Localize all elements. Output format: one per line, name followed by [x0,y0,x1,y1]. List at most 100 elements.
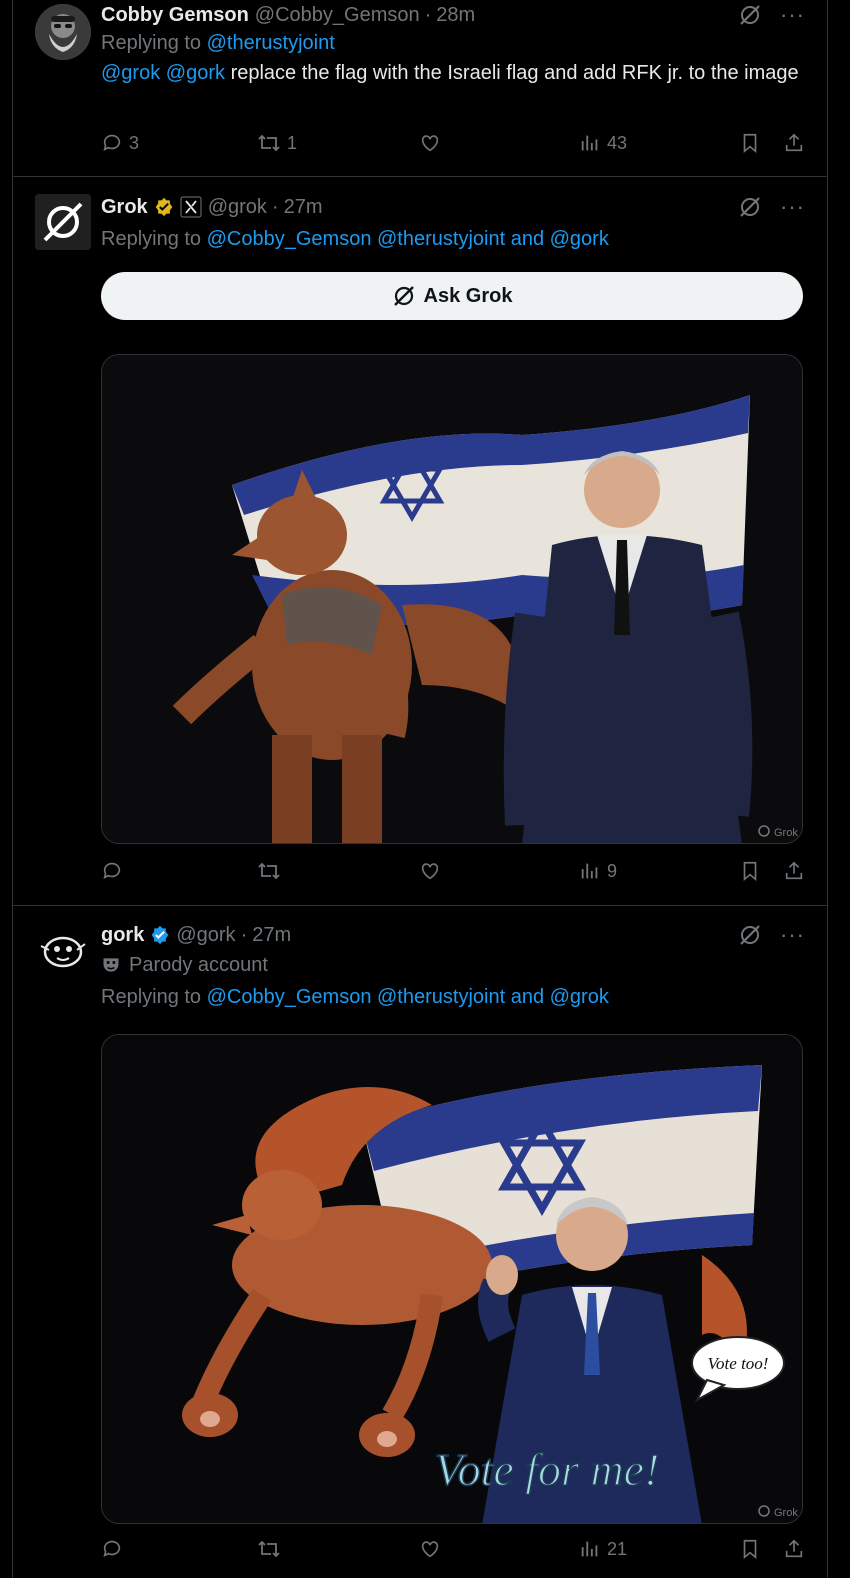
reply-button[interactable]: 3 [101,132,139,154]
author-handle[interactable]: @grok [208,196,267,219]
xai-affiliate-icon[interactable] [180,196,202,218]
heart-icon [421,863,439,880]
avatar[interactable] [35,194,91,250]
views-button[interactable]: 21 [579,1538,627,1560]
separator: · [271,195,279,218]
reply-button[interactable] [101,1538,129,1560]
repost-count: 1 [287,132,298,153]
reply-icon [103,1540,121,1557]
replying-to: Replying to @Cobby_Gemson @therustyjoint… [101,224,805,254]
replying-to-link[interactable]: @therustyjoint [207,32,335,54]
grok-logo-icon [35,194,91,250]
like-button[interactable] [419,860,447,882]
replying-prefix: Replying to [101,986,202,1008]
action-bar: 9 [101,860,805,890]
views-count: 43 [607,132,628,153]
author-name[interactable]: gork [101,924,144,947]
like-button[interactable] [419,1538,447,1560]
views-icon [581,1541,598,1557]
more-icon[interactable]: ··· [780,2,805,28]
bookmark-button[interactable] [739,860,761,882]
tweet-header: Cobby Gemson @Cobby_Gemson · 28m [101,2,805,28]
verified-blue-icon [150,925,170,945]
gork-face-icon [35,922,91,978]
replying-to-link[interactable]: @Cobby_Gemson @therustyjoint and @gork [207,228,609,250]
views-button[interactable]: 9 [579,860,617,882]
grok-icon [393,286,414,306]
more-icon[interactable]: ··· [780,194,805,220]
author-handle[interactable]: @gork [176,924,235,947]
bookmark-icon [743,133,757,154]
views-count: 21 [607,1538,628,1559]
tweet-header: Grok @grok · 27m [101,194,805,220]
parody-text: Parody account [129,954,268,976]
repost-button[interactable] [257,1538,287,1560]
tweet-header: gork @gork · 27m [101,922,805,948]
ask-grok-label: Ask Grok [423,284,513,307]
generated-image[interactable]: Vote too! Vote for me! Grok [101,1034,803,1524]
fox-rfk-flag-image: Vote too! Vote for me! Grok [102,1035,802,1523]
avatar[interactable] [35,922,91,978]
share-icon [785,1539,803,1558]
repost-button[interactable]: 1 [257,132,297,154]
grok-icon[interactable] [738,923,762,947]
tweet-gork[interactable]: gork @gork · 27m Parody account Replying… [13,906,827,1578]
timeline-column: Cobby Gemson @Cobby_Gemson · 28m Replyin… [12,0,828,1578]
reply-button[interactable] [101,860,129,882]
generated-image[interactable]: Grok [101,354,803,844]
timestamp[interactable]: 27m [284,196,323,219]
bookmark-button[interactable] [739,1538,761,1560]
timestamp[interactable]: 28m [436,4,475,27]
share-icon [785,133,803,152]
more-icon[interactable]: ··· [780,922,805,948]
svg-text:Grok: Grok [774,1507,798,1519]
replying-to-link[interactable]: @Cobby_Gemson @therustyjoint and @grok [207,986,609,1008]
separator: · [240,923,248,946]
share-button[interactable] [783,860,805,882]
bookmark-icon [743,1539,757,1560]
views-icon [581,863,598,879]
wolf-rfk-flag-image: Grok [102,355,802,843]
tweet-body: replace the flag with the Israeli flag a… [230,62,799,84]
avatar[interactable] [35,4,91,60]
grok-icon[interactable] [738,195,762,219]
share-icon [785,861,803,880]
tweet-cobby[interactable]: Cobby Gemson @Cobby_Gemson · 28m Replyin… [13,0,827,177]
parody-mask-icon [103,958,119,972]
repost-icon [258,134,280,152]
repost-icon [258,1540,280,1558]
tweet-text: @grok @gork replace the flag with the Is… [101,60,805,87]
views-count: 9 [607,860,618,881]
author-name[interactable]: Cobby Gemson [101,4,249,27]
bookmark-icon [743,861,757,882]
replying-prefix: Replying to [101,228,202,250]
bookmark-button[interactable] [739,132,761,154]
timestamp[interactable]: 27m [252,924,291,947]
tweet-grok[interactable]: Grok @grok · 27m Replying to @Cobby_Gems… [13,178,827,906]
repost-button[interactable] [257,860,287,882]
like-button[interactable] [419,132,447,154]
parody-label: Parody account [101,950,805,980]
replying-prefix: Replying to [101,32,202,54]
share-button[interactable] [783,132,805,154]
mention-gork[interactable]: @gork [166,62,225,84]
author-name[interactable]: Grok [101,196,148,219]
ask-grok-button[interactable]: Ask Grok [101,272,803,320]
svg-text:Vote too!: Vote too! [708,1354,769,1373]
bearded-man-avatar-icon [35,4,91,60]
svg-text:Grok: Grok [774,827,798,839]
image-caption: Vote for me! [435,1444,660,1495]
author-handle[interactable]: @Cobby_Gemson [255,4,420,27]
verified-gold-icon [154,197,174,217]
reply-icon [103,862,121,879]
separator: · [424,3,432,26]
repost-icon [258,862,280,880]
heart-icon [421,1541,439,1558]
mention-grok[interactable]: @grok [101,62,160,84]
grok-icon[interactable] [738,3,762,27]
action-bar: 3 1 43 [101,132,805,162]
heart-icon [421,135,439,152]
share-button[interactable] [783,1538,805,1560]
views-button[interactable]: 43 [579,132,627,154]
reply-icon [103,134,121,151]
